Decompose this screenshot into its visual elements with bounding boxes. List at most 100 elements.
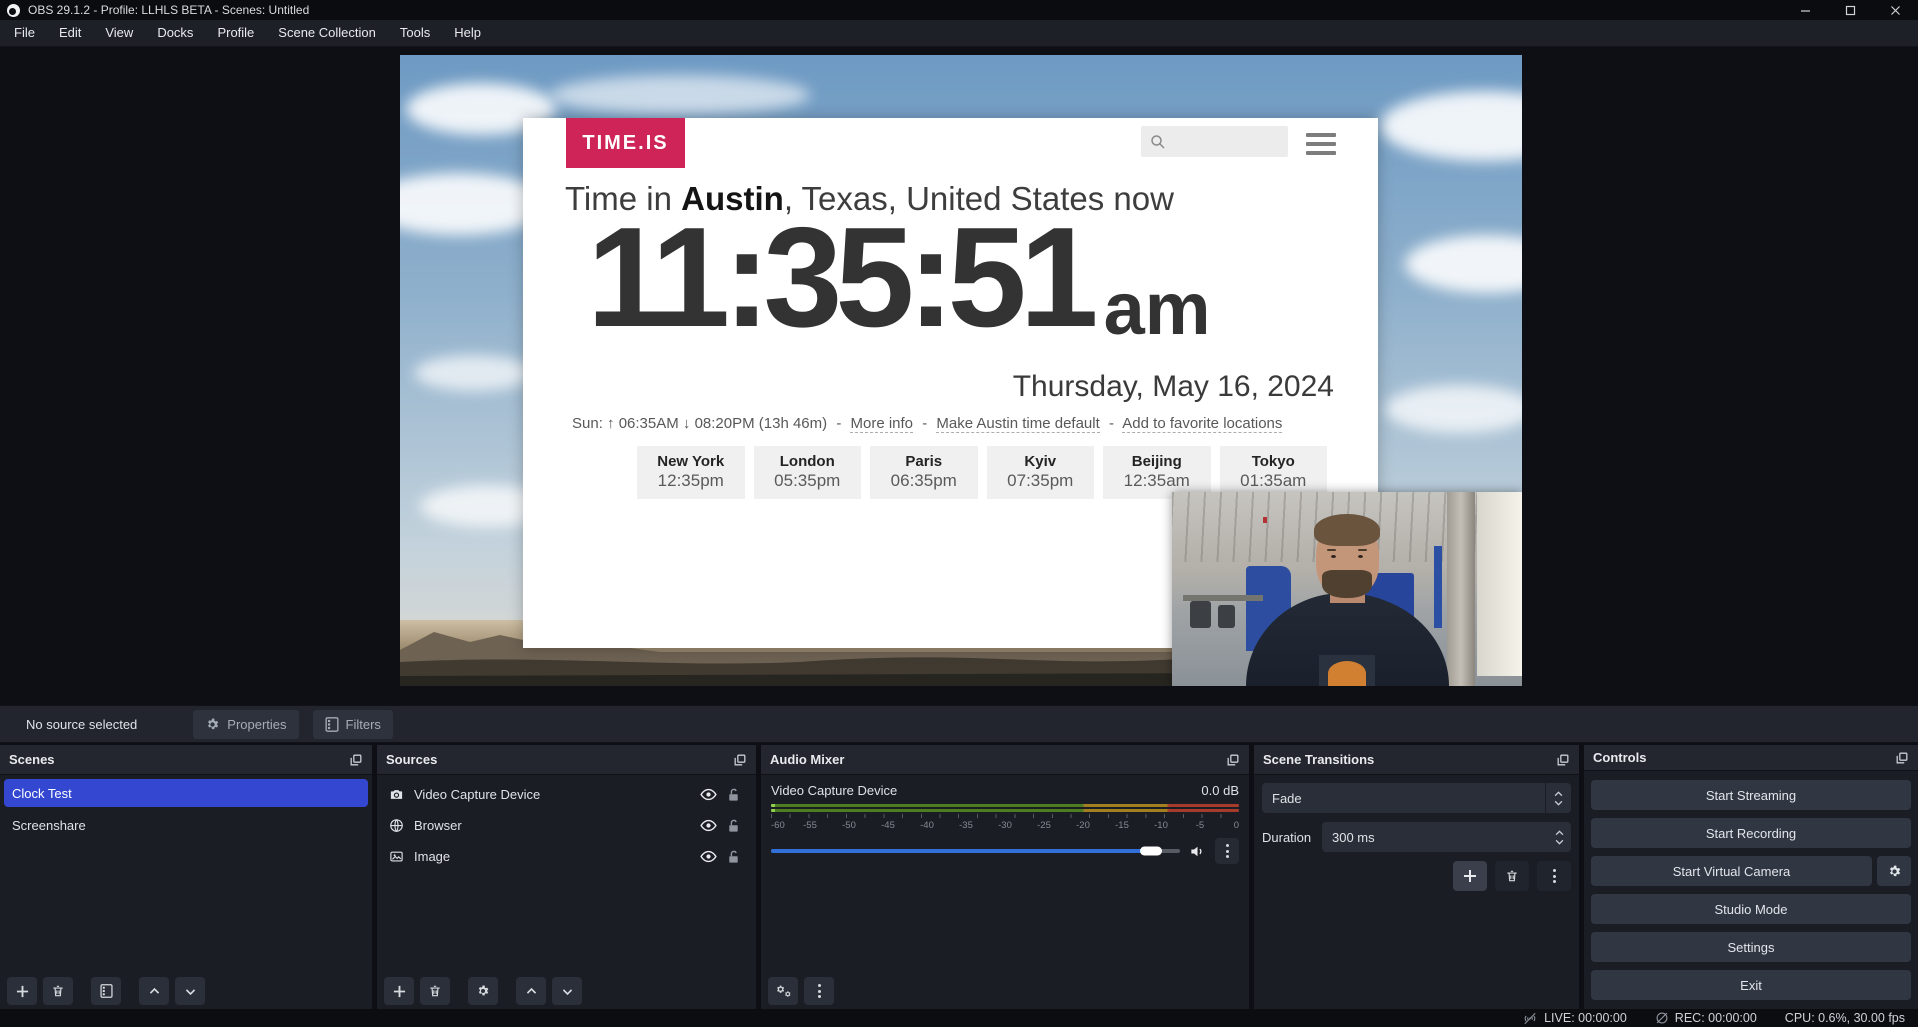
advanced-audio-button[interactable] <box>768 977 798 1005</box>
gear-icon <box>476 984 490 998</box>
transition-selected-value: Fade <box>1262 791 1545 806</box>
transition-select[interactable]: Fade <box>1262 783 1571 813</box>
remove-transition-button[interactable] <box>1495 861 1529 891</box>
lock-open-icon[interactable] <box>727 788 740 802</box>
rec-timer: REC: 00:00:00 <box>1675 1011 1757 1025</box>
menu-docks[interactable]: Docks <box>145 20 205 46</box>
office-pillar <box>1447 492 1475 686</box>
volume-slider-fill <box>771 849 1151 853</box>
studio-mode-button[interactable]: Studio Mode <box>1591 894 1911 924</box>
cloud-shape <box>550 75 810 115</box>
world-time-london: London 05:35pm <box>754 446 862 499</box>
visibility-eye-icon[interactable] <box>700 850 717 863</box>
scene-move-up-button[interactable] <box>139 977 169 1005</box>
person-eyebrow <box>1358 549 1367 551</box>
exit-button[interactable]: Exit <box>1591 970 1911 1000</box>
virtual-camera-settings-button[interactable] <box>1877 856 1911 886</box>
scenes-panel-header[interactable]: Scenes <box>0 745 372 775</box>
menu-help[interactable]: Help <box>442 20 493 46</box>
visibility-eye-icon[interactable] <box>700 819 717 832</box>
cpu-fps-stats: CPU: 0.6%, 30.00 fps <box>1785 1011 1905 1025</box>
mixer-channel-menu-button[interactable] <box>1215 838 1239 864</box>
volume-slider[interactable] <box>771 849 1180 853</box>
menu-edit[interactable]: Edit <box>47 20 93 46</box>
speaker-icon[interactable] <box>1189 844 1206 859</box>
scene-filters-button[interactable] <box>91 977 121 1005</box>
source-label: Image <box>414 849 690 864</box>
source-move-down-button[interactable] <box>552 977 582 1005</box>
menu-view[interactable]: View <box>93 20 145 46</box>
settings-button[interactable]: Settings <box>1591 932 1911 962</box>
start-streaming-button[interactable]: Start Streaming <box>1591 780 1911 810</box>
transition-menu-button[interactable] <box>1537 861 1571 891</box>
chevron-up-icon <box>1554 791 1563 797</box>
maximize-button[interactable] <box>1828 0 1873 20</box>
filters-button[interactable]: Filters <box>313 710 393 739</box>
volume-control-row <box>771 838 1239 864</box>
globe-icon <box>389 818 404 833</box>
transition-buttons <box>1262 861 1571 891</box>
broadcast-off-icon <box>1522 1012 1538 1025</box>
remove-source-button[interactable] <box>420 977 450 1005</box>
sources-list: Video Capture Device Browser Image <box>377 775 756 1009</box>
scale-tick: -60 <box>771 820 785 831</box>
close-button[interactable] <box>1873 0 1918 20</box>
sources-toolbar <box>377 973 756 1009</box>
cloud-shape <box>1405 235 1522 293</box>
start-virtual-camera-button[interactable]: Start Virtual Camera <box>1591 856 1872 886</box>
lock-open-icon[interactable] <box>727 850 740 864</box>
scale-tick: -15 <box>1115 820 1129 831</box>
popout-icon <box>349 753 363 767</box>
menu-scene-collection[interactable]: Scene Collection <box>266 20 388 46</box>
chevron-down-icon[interactable] <box>1555 839 1564 845</box>
sources-empty-space <box>377 872 756 973</box>
controls-title: Controls <box>1593 750 1646 765</box>
audio-mixer-title: Audio Mixer <box>770 752 844 767</box>
duration-spinner[interactable]: 300 ms <box>1322 822 1571 852</box>
source-properties-button[interactable] <box>468 977 498 1005</box>
timeis-sun-line: Sun: ↑ 06:35AM ↓ 08:20PM (13h 46m) - Mor… <box>572 415 1282 432</box>
title-bar[interactable]: OBS 29.1.2 - Profile: LLHLS BETA - Scene… <box>0 0 1918 20</box>
status-bar: LIVE: 00:00:00 REC: 00:00:00 CPU: 0.6%, … <box>0 1009 1918 1027</box>
source-move-up-button[interactable] <box>516 977 546 1005</box>
mixer-channel-header: Video Capture Device 0.0 dB <box>771 783 1239 798</box>
chevron-up-icon[interactable] <box>1555 830 1564 836</box>
scene-transitions-panel-header[interactable]: Scene Transitions <box>1254 745 1579 775</box>
person-head <box>1316 519 1379 597</box>
sun-times: Sun: ↑ 06:35AM ↓ 08:20PM (13h 46m) <box>572 415 827 432</box>
start-recording-button[interactable]: Start Recording <box>1591 818 1911 848</box>
volume-slider-handle[interactable] <box>1140 847 1162 856</box>
controls-panel-header[interactable]: Controls <box>1584 745 1918 771</box>
menu-profile[interactable]: Profile <box>205 20 266 46</box>
scene-transitions-panel: Scene Transitions Fade Duration 300 ms <box>1254 745 1579 1009</box>
remove-scene-button[interactable] <box>43 977 73 1005</box>
lock-open-icon[interactable] <box>727 819 740 833</box>
minimize-button[interactable] <box>1783 0 1828 20</box>
add-source-button[interactable] <box>384 977 414 1005</box>
menu-file[interactable]: File <box>2 20 47 46</box>
preview-canvas[interactable]: TIME.IS Time in Austin, Texas, United St… <box>400 55 1522 686</box>
scale-tick: -10 <box>1154 820 1168 831</box>
city-name: New York <box>637 453 745 470</box>
source-row-image[interactable]: Image <box>377 841 756 872</box>
scene-move-down-button[interactable] <box>175 977 205 1005</box>
add-transition-button[interactable] <box>1453 861 1487 891</box>
add-scene-button[interactable] <box>7 977 37 1005</box>
mixer-menu-button[interactable] <box>804 977 834 1005</box>
window-title: OBS 29.1.2 - Profile: LLHLS BETA - Scene… <box>28 3 309 17</box>
audio-mixer-panel-header[interactable]: Audio Mixer <box>761 745 1249 775</box>
sources-panel-header[interactable]: Sources <box>377 745 756 775</box>
timeis-date: Thursday, May 16, 2024 <box>1013 370 1334 404</box>
scene-item-screenshare[interactable]: Screenshare <box>4 811 368 839</box>
person-eyebrow <box>1327 549 1336 551</box>
scale-tick: -25 <box>1037 820 1051 831</box>
source-row-browser[interactable]: Browser <box>377 810 756 841</box>
scene-item-clock-test[interactable]: Clock Test <box>4 779 368 807</box>
properties-button[interactable]: Properties <box>193 710 298 739</box>
office-window <box>1477 492 1523 676</box>
visibility-eye-icon[interactable] <box>700 788 717 801</box>
sources-panel: Sources Video Capture Device Browser Ima… <box>377 745 756 1009</box>
source-row-video-capture[interactable]: Video Capture Device <box>377 779 756 810</box>
menu-tools[interactable]: Tools <box>388 20 442 46</box>
city-time: 12:35am <box>1103 471 1211 491</box>
